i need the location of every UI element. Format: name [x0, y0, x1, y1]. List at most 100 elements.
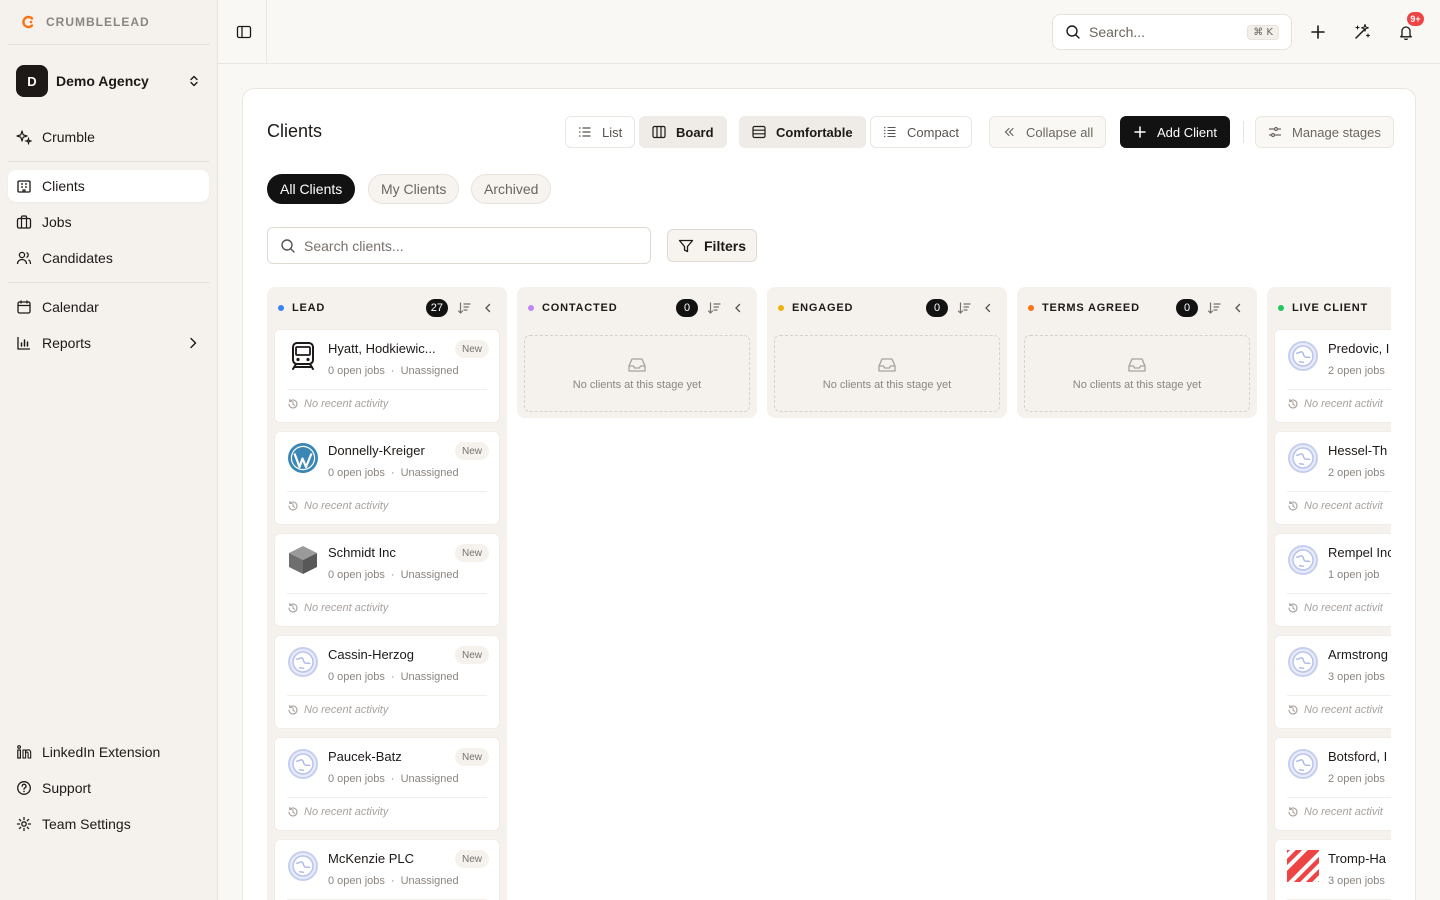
nav-team-settings[interactable]: Team Settings	[8, 808, 209, 840]
tab-my-clients[interactable]: My Clients	[368, 174, 460, 204]
search-icon	[281, 238, 295, 253]
chevrons-left-icon	[1004, 127, 1014, 137]
global-search-input[interactable]: Search... ⌘ K	[1052, 14, 1292, 50]
nav-crumble[interactable]: Crumble	[8, 121, 209, 153]
stage-count-badge: 0	[926, 299, 948, 317]
client-card[interactable]: Tromp-Ha3 open jobsNo recent activit	[1274, 839, 1391, 900]
nav-support[interactable]: Support	[8, 772, 209, 804]
client-name: Donnelly-Kreiger	[328, 443, 425, 458]
manage-stages-button[interactable]: Manage stages	[1255, 116, 1394, 148]
density-compact-button[interactable]: Compact	[870, 116, 973, 148]
view-board-button[interactable]: Board	[639, 116, 727, 148]
global-search-placeholder: Search...	[1089, 24, 1146, 40]
client-meta: 0 open jobs · Unassigned	[328, 569, 459, 581]
nav-team-settings-label: Team Settings	[42, 816, 131, 832]
client-card[interactable]: McKenzie PLCNew0 open jobs·UnassignedNo …	[274, 839, 500, 900]
client-name: Schmidt Inc	[328, 545, 396, 560]
stage-count-badge: 0	[1176, 299, 1198, 317]
client-activity: No recent activity	[287, 602, 388, 614]
tab-archived[interactable]: Archived	[471, 174, 552, 204]
history-icon	[1288, 806, 1298, 817]
collapse-stage-button[interactable]	[480, 300, 496, 316]
collapse-stage-button[interactable]	[980, 300, 996, 316]
divider	[1243, 121, 1244, 143]
sort-button[interactable]	[956, 300, 972, 316]
nav-calendar[interactable]: Calendar	[8, 291, 209, 323]
divider	[1287, 593, 1391, 594]
client-owner: Unassigned	[400, 365, 459, 377]
client-card[interactable]: Cassin-Herzog New 0 open jobs · Unassigned No…	[274, 635, 500, 729]
workspace-switcher[interactable]: D Demo Agency	[8, 58, 209, 104]
building-icon	[17, 180, 31, 193]
nav-reports[interactable]: Reports	[8, 327, 209, 359]
chevron-left-icon	[985, 303, 991, 313]
create-button[interactable]	[1306, 20, 1330, 44]
nav-candidates[interactable]: Candidates	[8, 242, 209, 274]
client-card[interactable]: Armstrong 3 open jobs No recent activit	[1274, 635, 1391, 729]
nav-linkedin-extension[interactable]: LinkedIn Extension	[8, 736, 209, 768]
empty-stage-text: No clients at this stage yet	[822, 378, 952, 391]
chevron-left-icon	[485, 303, 491, 313]
stage-column: LIVE CLIENT Predovic, I 2 open jobs No rece…	[1267, 287, 1391, 900]
stage-header: TERMS AGREED 0	[1024, 287, 1250, 329]
divider	[1287, 797, 1391, 798]
notifications-button[interactable]: 9+	[1394, 12, 1424, 44]
filters-button[interactable]: Filters	[667, 229, 758, 262]
status-badge: New	[454, 544, 489, 562]
stage-header: ENGAGED 0	[774, 287, 1000, 329]
brand[interactable]: CRUMBLELEAD	[20, 12, 150, 32]
globe-icon	[287, 850, 319, 882]
stage-column: CONTACTED 0 No clients at this stage yet	[517, 287, 757, 418]
stage-title: ENGAGED	[792, 302, 854, 314]
activity-text: No recent activit	[1304, 806, 1383, 818]
collapse-all-button[interactable]: Collapse all	[989, 116, 1107, 148]
workspace-avatar: D	[16, 65, 48, 97]
client-search-input[interactable]: Search clients...	[267, 227, 651, 264]
list-compact-icon	[884, 126, 896, 138]
client-name: Predovic, I	[1328, 341, 1390, 356]
client-card[interactable]: Donnelly-Kreiger New 0 open jobs · Unassigne…	[274, 431, 500, 525]
client-activity: No recent activit	[1287, 500, 1383, 512]
manage-stages-label: Manage stages	[1292, 124, 1381, 140]
client-card[interactable]: Predovic, I 2 open jobs No recent activit	[1274, 329, 1391, 423]
open-jobs-count: 0 open jobs	[328, 875, 385, 887]
nav-clients[interactable]: Clients	[8, 170, 209, 202]
client-activity: No recent activity	[287, 806, 388, 818]
view-list-button[interactable]: List	[565, 116, 636, 148]
open-jobs-count: 2 open jobs	[1328, 365, 1385, 377]
sort-button[interactable]	[456, 300, 472, 316]
client-card[interactable]: Hyatt, Hodkiewic... New 0 open jobs · Unassi…	[274, 329, 500, 423]
client-card[interactable]: Botsford, I 2 open jobs No recent activit	[1274, 737, 1391, 831]
sort-icon	[1207, 302, 1221, 314]
sort-button[interactable]	[1206, 300, 1222, 316]
sort-icon	[707, 302, 721, 314]
client-card[interactable]: Rempel Inc 1 open job No recent activit	[1274, 533, 1391, 627]
separator-dot: ·	[390, 365, 395, 377]
sidebar-toggle-button[interactable]	[232, 20, 256, 44]
stage-count-badge: 0	[676, 299, 698, 317]
plus-icon	[1311, 25, 1325, 39]
calendar-icon	[17, 300, 31, 314]
status-badge: New	[454, 850, 489, 868]
empty-stage-placeholder: No clients at this stage yet	[774, 335, 1000, 412]
density-comfortable-button[interactable]: Comfortable	[739, 116, 866, 148]
activity-text: No recent activity	[304, 602, 389, 614]
client-card[interactable]: Schmidt Inc New 0 open jobs · Unassigned No r…	[274, 533, 500, 627]
history-icon	[1288, 602, 1298, 613]
client-owner: Unassigned	[400, 671, 459, 683]
client-card[interactable]: Hessel-Th 2 open jobs No recent activit	[1274, 431, 1391, 525]
ai-assistant-button[interactable]	[1350, 20, 1374, 44]
activity-text: No recent activity	[304, 398, 389, 410]
client-card[interactable]: Paucek-Batz New 0 open jobs · Unassigned No r…	[274, 737, 500, 831]
collapse-stage-button[interactable]	[1230, 300, 1246, 316]
nav-jobs[interactable]: Jobs	[8, 206, 209, 238]
sort-button[interactable]	[706, 300, 722, 316]
status-badge: New	[454, 442, 489, 460]
list-icon	[579, 127, 591, 137]
briefcase-icon	[16, 215, 32, 229]
collapse-stage-button[interactable]	[730, 300, 746, 316]
stage-color-dot	[528, 305, 534, 311]
tab-all-clients[interactable]: All Clients	[267, 174, 356, 204]
add-client-button[interactable]: Add Client	[1120, 116, 1230, 148]
stage-color-dot	[1028, 305, 1034, 311]
